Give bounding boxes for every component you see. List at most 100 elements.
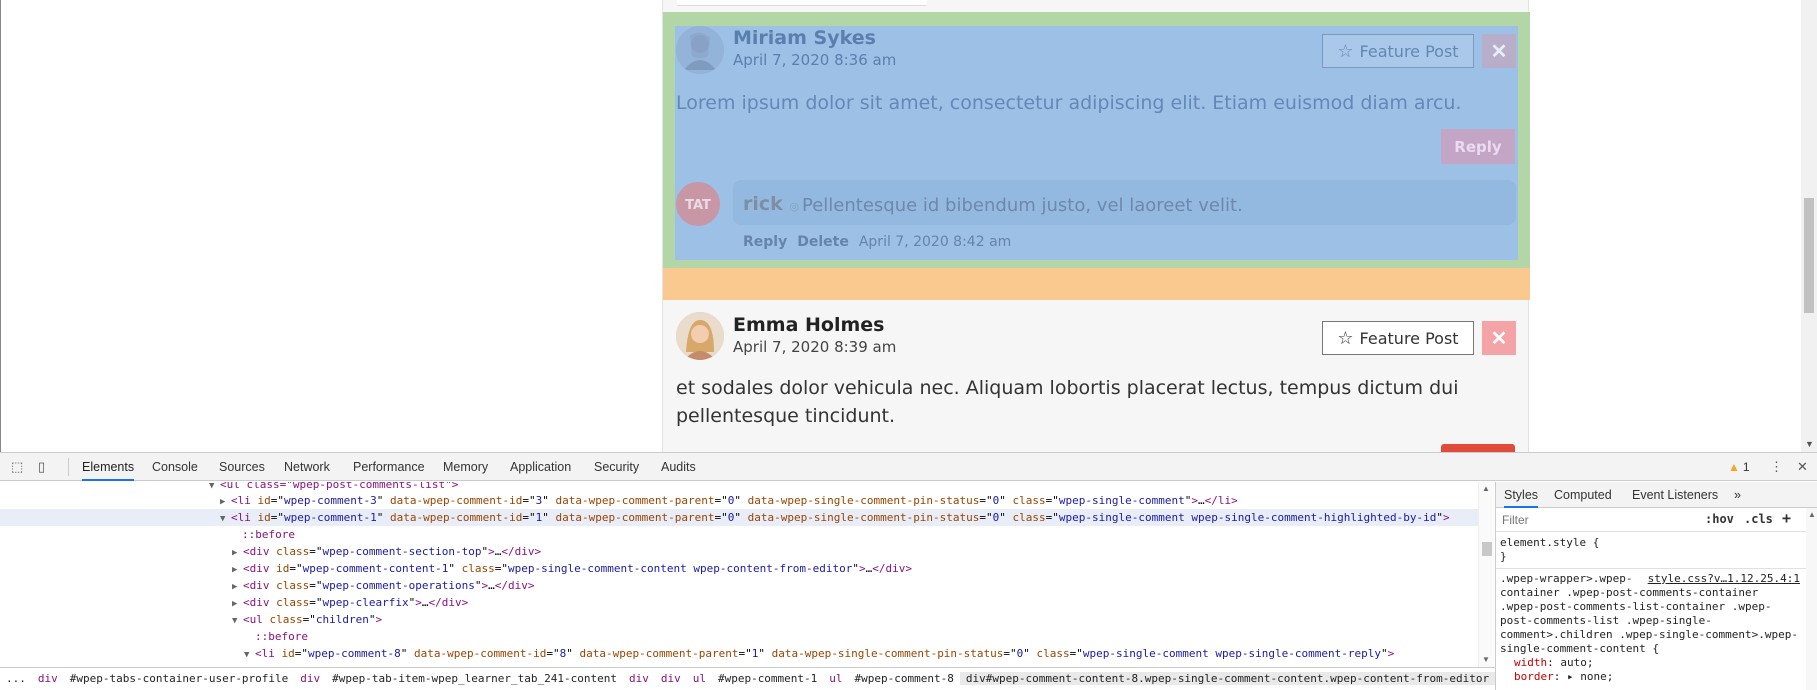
new-rule-button[interactable]: + [1782,509,1791,527]
close-devtools-icon[interactable]: ✕ [1797,459,1808,475]
css-property: width [1514,656,1548,669]
warnings-indicator[interactable]: ▲ 1 [1728,460,1750,474]
comment-date: April 7, 2020 8:39 am [733,338,897,356]
more-tabs-icon[interactable]: » [1734,482,1741,508]
tab-security[interactable]: Security [594,453,639,481]
star-icon: ☆ [1337,40,1354,62]
breadcrumb-item[interactable]: ul [687,672,712,685]
attr-value: 1 [751,647,759,660]
scroll-down-arrow-icon[interactable]: ▼ [1482,655,1490,664]
breadcrumb-item[interactable]: ul [823,672,848,685]
reply-avatar[interactable]: TAT [676,182,720,226]
breadcrumb-item[interactable]: #wpep-comment-8 [849,672,960,685]
inspect-element-icon[interactable]: ⬚ [11,459,23,475]
dom-node-selected[interactable]: ▼ <li id="wpep-comment-1" data-wpep-comme… [0,509,1480,526]
comment-author[interactable]: Miriam Sykes [733,27,876,49]
attr-value: wpep-comment-3 [284,494,377,507]
breadcrumb-item[interactable]: div [294,672,326,685]
class-toggle[interactable]: .cls [1744,512,1773,526]
css-declaration[interactable]: width: auto; [1500,656,1800,670]
elements-tree[interactable]: ▼ <ul class="wpep-post-comments-list"> ▶ <… [0,482,1495,667]
scroll-up-arrow-icon[interactable]: ▲ [1482,484,1490,493]
devtools-panel: ⬚ ▯ Elements Console Sources Network Per… [0,452,1817,690]
more-options-icon[interactable]: ⋮ [1770,459,1783,475]
element-style-rule[interactable]: element.style { [1500,536,1800,550]
comment-body: Lorem ipsum dolor sit amet, consectetur … [676,92,1462,114]
dom-node[interactable]: ▼ <ul class="children"> [0,611,1480,628]
breadcrumb-item[interactable]: div [655,672,687,685]
tab-console[interactable]: Console [152,453,198,481]
warning-count: 1 [1742,460,1750,474]
styles-scrollbar[interactable]: ▲ [1806,508,1817,690]
attr-value: 8 [559,647,567,660]
avatar[interactable] [676,312,724,360]
dom-node[interactable]: ▶ <div id="wpep-comment-content-1" class=… [0,560,1480,577]
breadcrumb-item[interactable]: ... [0,672,32,685]
tab-styles[interactable]: Styles [1504,482,1539,508]
breadcrumb-item[interactable]: div [623,672,655,685]
reply-button[interactable] [1441,444,1515,452]
delete-link[interactable]: Delete [797,234,849,250]
attr-value: wpep-comment-section-top [322,545,482,558]
tab-audits[interactable]: Audits [661,453,696,481]
left-edge-divider [0,0,1,452]
styles-filter-input[interactable] [1502,511,1662,529]
avatar[interactable] [676,26,724,74]
breadcrumb-item[interactable]: #wpep-tabs-container-user-profile [64,672,295,685]
tab-network[interactable]: Network [284,453,330,481]
breadcrumb-item[interactable]: div [32,672,64,685]
breadcrumb-item[interactable]: #wpep-comment-1 [712,672,823,685]
tab-performance[interactable]: Performance [353,453,425,481]
elements-scrollbar[interactable]: ▲ ▼ [1478,482,1494,667]
css-property: border [1514,670,1554,683]
stylesheet-source-link[interactable]: style.css?v…1.12.25.4:1 [1648,572,1800,586]
star-icon: ☆ [1337,327,1354,349]
scroll-up-arrow-icon[interactable]: ▲ [1808,510,1816,519]
dom-node[interactable]: ::before [0,628,1480,645]
dom-node[interactable]: ::before [0,526,1480,543]
feature-post-label: Feature Post [1359,328,1459,348]
css-value: auto; [1560,656,1594,669]
dom-node[interactable]: ▼ <li id="wpep-comment-8" data-wpep-comme… [0,645,1480,662]
page-scrollbar[interactable]: ▼ [1801,0,1817,452]
breadcrumb-item[interactable]: #wpep-tab-item-wpep_learner_tab_241-cont… [326,672,623,685]
dom-node[interactable]: ▶ <li id="wpep-comment-3" data-wpep-comme… [0,492,1480,509]
css-declaration[interactable]: border: ▸ none; [1500,670,1800,684]
tab-computed[interactable]: Computed [1554,482,1612,508]
reply-button[interactable]: Reply [1441,129,1515,164]
feature-post-button[interactable]: ☆ Feature Post [1322,321,1474,355]
reply-author-name: rick [743,193,783,215]
tab-memory[interactable]: Memory [443,453,488,481]
hover-state-toggle[interactable]: :hov [1705,512,1734,526]
rule-selector[interactable]: comment>.children .wpep-single-comment>.… [1500,628,1800,642]
rule-selector[interactable]: single-comment-content { [1500,642,1800,656]
reply-author[interactable]: rick ◎ [743,193,799,215]
dom-node[interactable]: ▶ <div class="wpep-comment-operations">…<… [0,577,1480,594]
tab-sources[interactable]: Sources [219,453,265,481]
breadcrumb-item-current[interactable]: div#wpep-comment-content-8.wpep-single-c… [959,672,1495,685]
dom-node[interactable]: ▶ <div class="wpep-comment-section-top">…… [0,543,1480,560]
attr-value: wpep-comment-1 [284,511,377,524]
pseudo-element: ::before [255,630,308,643]
scroll-down-arrow-icon[interactable]: ▼ [1805,439,1814,449]
comment-author[interactable]: Emma Holmes [733,314,884,336]
delete-comment-button[interactable]: ✕ [1482,34,1516,68]
rule-selector[interactable]: .wpep-post-comments-list-container .wpep… [1500,600,1800,614]
delete-comment-button[interactable]: ✕ [1482,321,1516,355]
feature-post-button[interactable]: ☆ Feature Post [1322,34,1474,68]
tab-event-listeners[interactable]: Event Listeners [1632,482,1718,508]
page-scrollbar-thumb[interactable] [1804,198,1814,313]
comment-emma-holmes: Emma Holmes April 7, 2020 8:39 am ☆ Feat… [663,300,1530,452]
tab-elements[interactable]: Elements [82,453,135,481]
reply-link[interactable]: Reply [743,234,787,250]
elements-scrollbar-thumb[interactable] [1482,542,1492,556]
avatar-image [676,312,724,360]
rule-selector[interactable]: post-comments-list .wpep-single- [1500,614,1800,628]
rule-selector[interactable]: container .wpep-post-comments-container [1500,586,1800,600]
verified-icon: ◎ [789,200,800,213]
tab-application[interactable]: Application [510,453,571,481]
device-toolbar-icon[interactable]: ▯ [38,459,45,475]
dom-node[interactable]: ▶ <div class="wpep-clearfix">…</div> [0,594,1480,611]
styles-pane: Styles Computed Event Listeners » :hov .… [1495,482,1817,690]
pseudo-element: ::before [242,528,295,541]
